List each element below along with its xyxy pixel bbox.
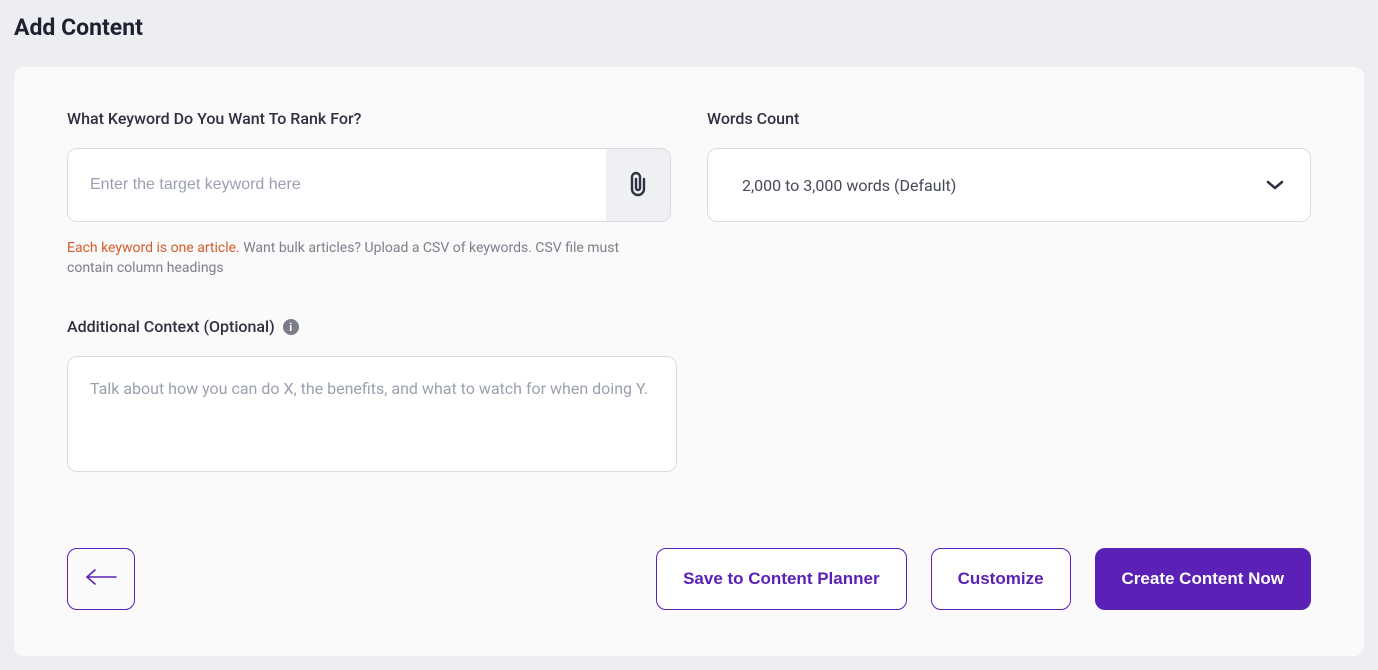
keyword-input-group (67, 148, 671, 222)
paperclip-icon (626, 169, 650, 202)
context-textarea[interactable] (67, 356, 677, 472)
page-title: Add Content (14, 14, 1364, 41)
save-to-planner-button[interactable]: Save to Content Planner (656, 548, 906, 610)
customize-button[interactable]: Customize (931, 548, 1071, 610)
words-count-select[interactable]: 2,000 to 3,000 words (Default) (707, 148, 1311, 222)
arrow-left-icon (84, 568, 118, 589)
chevron-down-icon (1266, 176, 1284, 195)
keyword-help-text: Each keyword is one article. Want bulk a… (67, 238, 667, 279)
form-card: What Keyword Do You Want To Rank For? Ea… (14, 67, 1364, 656)
back-button[interactable] (67, 548, 135, 610)
keyword-help-accent: Each keyword is one article. (67, 240, 240, 256)
words-count-label: Words Count (707, 109, 1311, 128)
keyword-input[interactable] (68, 149, 606, 221)
keyword-label: What Keyword Do You Want To Rank For? (67, 109, 671, 128)
attach-button[interactable] (606, 149, 670, 221)
create-content-button[interactable]: Create Content Now (1095, 548, 1311, 610)
context-label: Additional Context (Optional) i (67, 317, 671, 336)
info-icon[interactable]: i (283, 319, 299, 335)
words-count-value: 2,000 to 3,000 words (Default) (742, 176, 956, 195)
